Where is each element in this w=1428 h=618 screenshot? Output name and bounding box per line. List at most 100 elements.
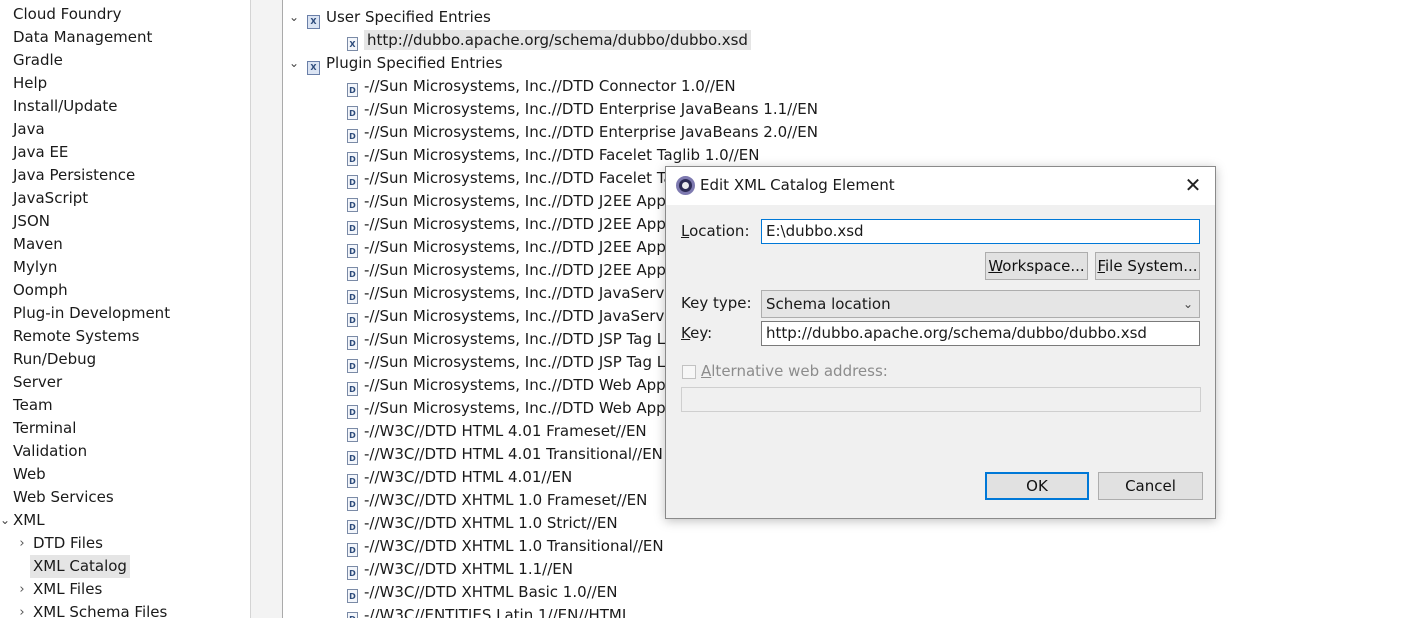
tree-entry-label: -//Sun Microsystems, Inc.//DTD J2EE Appl… [364, 192, 692, 210]
nav-item[interactable]: Validation [13, 440, 87, 463]
nav-item[interactable]: Web [13, 463, 46, 486]
tree-entry-plugin[interactable]: D -//Sun Microsystems, Inc.//DTD Web Appl… [347, 397, 691, 420]
nav-subitem-label: DTD Files [33, 534, 103, 552]
chevron-right-icon[interactable]: › [15, 532, 29, 555]
tree-entry-plugin[interactable]: D -//Sun Microsystems, Inc.//DTD Enterpri… [347, 98, 818, 121]
tree-group-plugin-entries[interactable]: ⌄ X Plugin Specified Entries [289, 52, 503, 75]
dtd-file-icon: D [347, 612, 358, 618]
dtd-file-icon: D [347, 497, 358, 511]
nav-item[interactable]: Maven [13, 233, 63, 256]
nav-item[interactable]: Mylyn [13, 256, 57, 279]
nav-item[interactable]: XML [13, 509, 45, 532]
nav-subitem[interactable]: XML Catalog [30, 555, 130, 578]
chevron-down-icon[interactable]: ⌄ [0, 509, 10, 532]
nav-item[interactable]: Plug-in Development [13, 302, 170, 325]
nav-item[interactable]: Run/Debug [13, 348, 96, 371]
tree-entry-plugin[interactable]: D -//W3C//DTD XHTML 1.1//EN [347, 558, 573, 581]
key-type-select[interactable]: Schema location ⌄ [761, 290, 1200, 318]
tree-entry-plugin[interactable]: D -//W3C//DTD HTML 4.01 Transitional//EN [347, 443, 663, 466]
tree-entry-plugin[interactable]: D -//W3C//DTD HTML 4.01//EN [347, 466, 572, 489]
alternative-web-address-input[interactable] [681, 387, 1201, 412]
tree-entry-plugin[interactable]: D -//Sun Microsystems, Inc.//DTD Facelet … [347, 144, 760, 167]
tree-entry-plugin[interactable]: D -//Sun Microsystems, Inc.//DTD J2EE App… [347, 190, 692, 213]
nav-subitem[interactable]: › XML Schema Files [19, 601, 167, 618]
chevron-down-icon: ⌄ [1182, 297, 1193, 311]
tree-entry-plugin[interactable]: D -//Sun Microsystems, Inc.//DTD Facelet … [347, 167, 686, 190]
dialog-titlebar[interactable]: Edit XML Catalog Element ✕ [666, 167, 1215, 205]
nav-item[interactable]: Install/Update [13, 95, 118, 118]
nav-item[interactable]: Remote Systems [13, 325, 139, 348]
xsd-file-icon: X [347, 37, 358, 51]
nav-item[interactable]: Java [13, 118, 45, 141]
chevron-right-icon[interactable]: › [15, 578, 29, 601]
alternative-web-address-checkbox[interactable] [682, 365, 696, 379]
tree-entry-plugin[interactable]: D -//Sun Microsystems, Inc.//DTD JSP Tag … [347, 328, 685, 351]
nav-item[interactable]: Java Persistence [13, 164, 135, 187]
tree-entry-label: -//Sun Microsystems, Inc.//DTD Facelet T… [364, 146, 760, 164]
nav-item[interactable]: Oomph [13, 279, 68, 302]
tree-entry-plugin[interactable]: D -//W3C//ENTITIES Latin 1//EN//HTML [347, 604, 630, 618]
nav-item[interactable]: JavaScript [13, 187, 88, 210]
dtd-file-icon: D [347, 221, 358, 235]
nav-item[interactable]: Cloud Foundry [13, 3, 121, 26]
tree-entry-label: -//Sun Microsystems, Inc.//DTD Facelet T… [364, 169, 687, 187]
tree-entry-plugin[interactable]: D -//Sun Microsystems, Inc.//DTD Web Appl… [347, 374, 691, 397]
tree-group-label: User Specified Entries [326, 8, 491, 26]
tree-entry-plugin[interactable]: D -//Sun Microsystems, Inc.//DTD J2EE App… [347, 236, 692, 259]
tree-entry-user[interactable]: Xhttp://dubbo.apache.org/schema/dubbo/du… [347, 29, 751, 52]
pane-gutter [251, 0, 283, 618]
tree-entry-label: -//Sun Microsystems, Inc.//DTD JSP Tag L… [364, 353, 685, 371]
tree-entry-label: -//Sun Microsystems, Inc.//DTD Enterpris… [364, 100, 818, 118]
catalog-group-icon: X [307, 15, 320, 29]
tree-entry-plugin[interactable]: D -//Sun Microsystems, Inc.//DTD JavaServ… [347, 305, 693, 328]
chevron-right-icon[interactable]: › [15, 601, 29, 618]
dtd-file-icon: D [347, 313, 358, 327]
nav-item[interactable]: Web Services [13, 486, 114, 509]
chevron-down-icon[interactable]: ⌄ [287, 6, 301, 29]
tree-entry-plugin[interactable]: D -//Sun Microsystems, Inc.//DTD JSP Tag … [347, 351, 685, 374]
key-input[interactable]: http://dubbo.apache.org/schema/dubbo/dub… [761, 321, 1200, 346]
nav-item[interactable]: Java EE [13, 141, 68, 164]
tree-entry-label: -//Sun Microsystems, Inc.//DTD Web Appli… [364, 399, 692, 417]
dtd-file-icon: D [347, 428, 358, 442]
tree-entry-label: -//Sun Microsystems, Inc.//DTD JSP Tag L… [364, 330, 685, 348]
dtd-file-icon: D [347, 175, 358, 189]
chevron-down-icon[interactable]: ⌄ [287, 52, 301, 75]
nav-item[interactable]: Help [13, 72, 47, 95]
tree-entry-plugin[interactable]: D -//Sun Microsystems, Inc.//DTD J2EE App… [347, 259, 692, 282]
nav-subitem[interactable]: › DTD Files [19, 532, 103, 555]
nav-item[interactable]: Server [13, 371, 62, 394]
nav-subitem[interactable]: › XML Files [19, 578, 102, 601]
location-input[interactable]: E:\dubbo.xsd [761, 219, 1200, 244]
nav-item[interactable]: Data Management [13, 26, 152, 49]
nav-item[interactable]: Gradle [13, 49, 63, 72]
tree-entry-label: http://dubbo.apache.org/schema/dubbo/dub… [364, 30, 751, 50]
cancel-button[interactable]: Cancel [1098, 472, 1203, 500]
ok-button[interactable]: OK [985, 472, 1089, 500]
tree-entry-plugin[interactable]: D -//W3C//DTD XHTML 1.0 Transitional//EN [347, 535, 664, 558]
tree-entry-plugin[interactable]: D -//W3C//DTD XHTML 1.0 Strict//EN [347, 512, 618, 535]
dtd-file-icon: D [347, 336, 358, 350]
tree-entry-plugin[interactable]: D -//W3C//DTD HTML 4.01 Frameset//EN [347, 420, 647, 443]
tree-entry-plugin[interactable]: D -//W3C//DTD XHTML Basic 1.0//EN [347, 581, 617, 604]
location-label: Location: [681, 222, 750, 240]
tree-entry-plugin[interactable]: D -//Sun Microsystems, Inc.//DTD Enterpri… [347, 121, 818, 144]
nav-item[interactable]: Terminal [13, 417, 76, 440]
tree-entry-plugin[interactable]: D -//Sun Microsystems, Inc.//DTD JavaServ… [347, 282, 693, 305]
tree-entry-label: -//Sun Microsystems, Inc.//DTD JavaServe… [364, 307, 694, 325]
workspace-button[interactable]: Workspace... [985, 252, 1088, 280]
file-system-button[interactable]: File System... [1095, 252, 1200, 280]
key-label: Key: [681, 324, 713, 342]
tree-entry-plugin[interactable]: D -//W3C//DTD XHTML 1.0 Frameset//EN [347, 489, 647, 512]
tree-entry-label: -//W3C//DTD XHTML 1.0 Strict//EN [364, 514, 618, 532]
dtd-file-icon: D [347, 152, 358, 166]
nav-item[interactable]: Team [13, 394, 53, 417]
tree-entry-plugin[interactable]: D -//Sun Microsystems, Inc.//DTD J2EE App… [347, 213, 692, 236]
dtd-file-icon: D [347, 451, 358, 465]
dtd-file-icon: D [347, 244, 358, 258]
nav-item[interactable]: JSON [13, 210, 50, 233]
tree-entry-plugin[interactable]: D -//Sun Microsystems, Inc.//DTD Connecto… [347, 75, 736, 98]
tree-group-user-entries[interactable]: ⌄ X User Specified Entries [289, 6, 491, 29]
tree-entry-label: -//Sun Microsystems, Inc.//DTD Connector… [364, 77, 736, 95]
close-icon[interactable]: ✕ [1181, 173, 1205, 197]
